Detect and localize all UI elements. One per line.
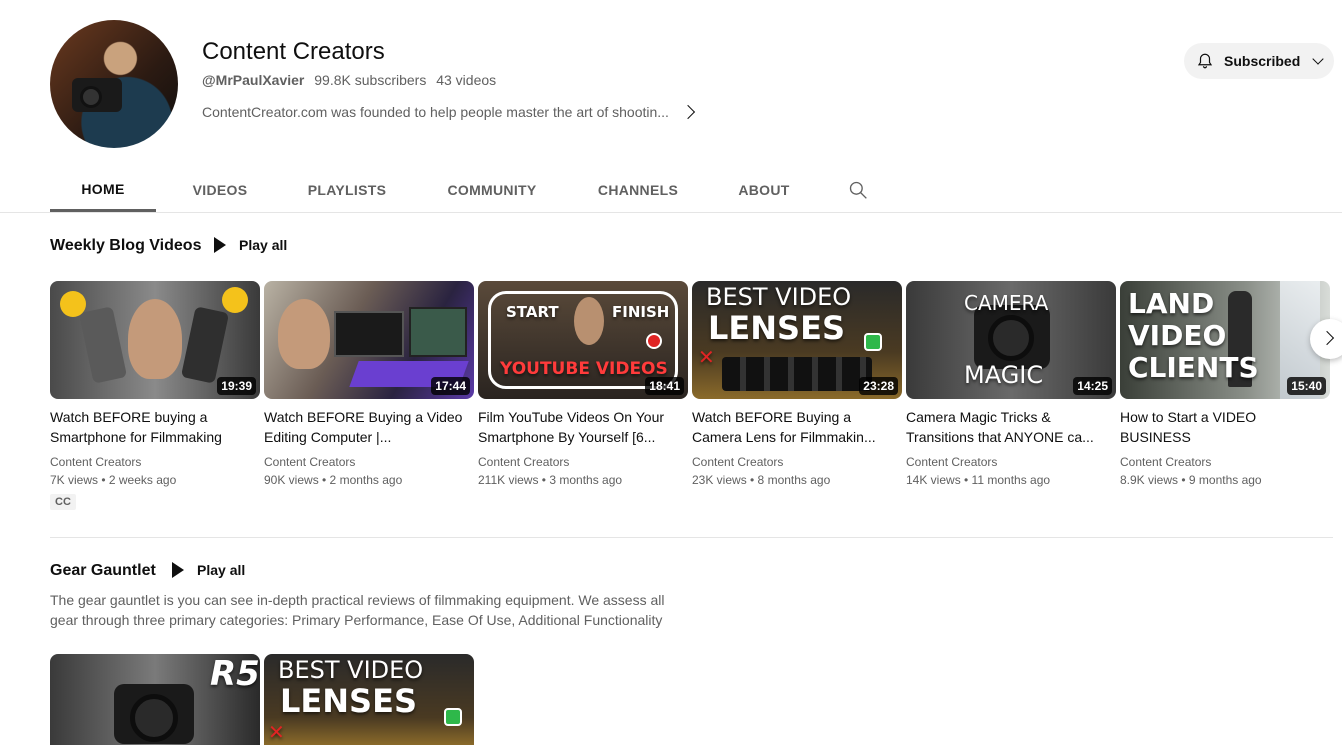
video-title[interactable]: Watch BEFORE Buying a Camera Lens for Fi…: [692, 407, 902, 447]
video-stats: 23K views • 8 months ago: [692, 473, 831, 487]
subscribed-label: Subscribed: [1224, 53, 1301, 69]
subscriber-count: 99.8K subscribers: [314, 72, 427, 88]
channel-tabs: HOME VIDEOS PLAYLISTS COMMUNITY CHANNELS…: [50, 168, 826, 212]
video-duration: 15:40: [1287, 377, 1326, 395]
tab-channels[interactable]: CHANNELS: [574, 168, 702, 212]
video-card[interactable]: 19:39 Watch BEFORE buying a Smartphone f…: [50, 281, 260, 510]
video-stats: 14K views • 11 months ago: [906, 473, 1051, 487]
play-all-button[interactable]: Play all: [172, 562, 245, 578]
video-card[interactable]: CAMERA MAGIC 14:25 Camera Magic Tricks &…: [906, 281, 1116, 489]
video-duration: 19:39: [217, 377, 256, 395]
thumb-text-lenses: LENSES: [708, 309, 845, 347]
thumb-text-start: START: [506, 303, 559, 321]
video-thumbnail[interactable]: START FINISH YOUTUBE VIDEOS 18:41: [478, 281, 688, 399]
video-stats: 7K views • 2 weeks ago: [50, 473, 177, 487]
thumb-text-camera: CAMERA: [964, 291, 1049, 315]
channel-description-text: ContentCreator.com was founded to help p…: [202, 104, 669, 120]
tab-playlists[interactable]: PLAYLISTS: [284, 168, 410, 212]
video-stats: 211K views • 3 months ago: [478, 473, 623, 487]
thumb-text-best-video: BEST VIDEO: [278, 656, 424, 684]
tab-home[interactable]: HOME: [50, 168, 156, 212]
channel-meta: @MrPaulXavier 99.8K subscribers 43 video…: [202, 72, 496, 88]
video-card[interactable]: LAND VIDEO CLIENTS 15:40 How to Start a …: [1120, 281, 1330, 489]
play-all-button[interactable]: Play all: [214, 237, 287, 253]
thumb-text-youtube: YOUTUBE VIDEOS: [500, 359, 668, 379]
channel-avatar[interactable]: [50, 20, 178, 148]
chevron-right-icon[interactable]: [680, 104, 696, 120]
channel-title: Content Creators: [202, 38, 385, 65]
channel-description[interactable]: ContentCreator.com was founded to help p…: [202, 104, 696, 120]
x-mark-icon: ✕: [698, 345, 715, 369]
shelf-description: The gear gauntlet is you can see in-dept…: [50, 592, 665, 628]
thumb-text-land: LAND: [1128, 287, 1215, 320]
video-thumbnail[interactable]: R5: [50, 654, 260, 745]
video-card[interactable]: START FINISH YOUTUBE VIDEOS 18:41 Film Y…: [478, 281, 688, 489]
video-channel[interactable]: Content Creators: [1120, 453, 1330, 471]
cc-badge: CC: [50, 494, 76, 510]
video-channel[interactable]: Content Creators: [50, 453, 260, 471]
thumb-text-magic: MAGIC: [964, 361, 1044, 389]
play-all-label: Play all: [197, 562, 246, 578]
tabs-divider: [0, 212, 1342, 213]
video-card[interactable]: BEST VIDEO LENSES ✕: [264, 654, 474, 745]
shelf-title-weekly-blog[interactable]: Weekly Blog Videos: [50, 237, 201, 255]
video-thumbnail[interactable]: BEST VIDEO LENSES ✕: [264, 654, 474, 745]
video-title[interactable]: Camera Magic Tricks & Transitions that A…: [906, 407, 1116, 447]
video-duration: 17:44: [431, 377, 470, 395]
video-thumbnail[interactable]: LAND VIDEO CLIENTS 15:40: [1120, 281, 1330, 399]
next-arrow-button[interactable]: [1310, 319, 1342, 359]
play-icon: [214, 237, 226, 253]
video-thumbnail[interactable]: CAMERA MAGIC 14:25: [906, 281, 1116, 399]
video-duration: 14:25: [1073, 377, 1112, 395]
search-icon[interactable]: [848, 180, 868, 200]
video-card[interactable]: 17:44 Watch BEFORE Buying a Video Editin…: [264, 281, 474, 489]
tab-community[interactable]: COMMUNITY: [410, 168, 574, 212]
chevron-right-icon: [1319, 330, 1335, 346]
thumb-text-lenses: LENSES: [280, 682, 417, 720]
tab-videos[interactable]: VIDEOS: [156, 168, 284, 212]
channel-handle: @MrPaulXavier: [202, 72, 305, 88]
video-channel[interactable]: Content Creators: [906, 453, 1116, 471]
video-title[interactable]: Watch BEFORE Buying a Video Editing Comp…: [264, 407, 474, 447]
video-channel[interactable]: Content Creators: [264, 453, 474, 471]
bell-icon: [1197, 53, 1213, 69]
video-stats: 8.9K views • 9 months ago: [1120, 473, 1262, 487]
play-icon: [172, 562, 184, 578]
video-duration: 18:41: [645, 377, 684, 395]
x-mark-icon: ✕: [268, 720, 285, 744]
thumb-text-finish: FINISH: [612, 303, 670, 321]
tab-about[interactable]: ABOUT: [702, 168, 826, 212]
video-count: 43 videos: [436, 72, 497, 88]
lens-shape: [80, 86, 102, 108]
video-card[interactable]: R5: [50, 654, 260, 745]
thumb-text-video: VIDEO: [1128, 319, 1227, 352]
video-title[interactable]: Film YouTube Videos On Your Smartphone B…: [478, 407, 688, 447]
video-stats: 90K views • 2 months ago: [264, 473, 403, 487]
video-thumbnail[interactable]: 17:44: [264, 281, 474, 399]
video-title[interactable]: Watch BEFORE buying a Smartphone for Fil…: [50, 407, 260, 447]
shelf-title-gear-gauntlet[interactable]: Gear Gauntlet: [50, 562, 156, 580]
video-thumbnail[interactable]: BEST VIDEO LENSES ✕ 23:28: [692, 281, 902, 399]
play-all-label: Play all: [239, 237, 288, 253]
subscribed-button[interactable]: Subscribed: [1184, 43, 1334, 79]
video-duration: 23:28: [859, 377, 898, 395]
video-title[interactable]: How to Start a VIDEO BUSINESS: [1120, 407, 1330, 447]
shelf-divider: [50, 537, 1333, 538]
video-thumbnail[interactable]: 19:39: [50, 281, 260, 399]
video-channel[interactable]: Content Creators: [692, 453, 902, 471]
thumb-text-r5: R5: [210, 654, 260, 694]
chevron-down-icon: [1312, 53, 1324, 65]
thumb-text-best-video: BEST VIDEO: [706, 283, 852, 311]
video-card[interactable]: BEST VIDEO LENSES ✕ 23:28 Watch BEFORE B…: [692, 281, 902, 489]
video-channel[interactable]: Content Creators: [478, 453, 688, 471]
thumb-text-clients: CLIENTS: [1128, 351, 1259, 384]
